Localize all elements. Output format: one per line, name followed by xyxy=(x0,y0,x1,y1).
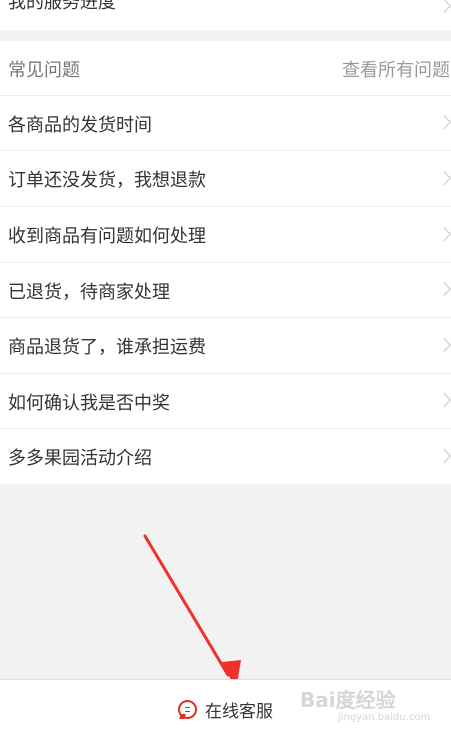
baidu-jingyan-watermark: Bai度经验 xyxy=(300,688,396,712)
watermark-url: jingyan.baidu.com xyxy=(338,712,431,723)
chat-list-icon xyxy=(178,699,197,719)
red-arrow-annotation xyxy=(143,534,241,690)
online-service-label: 在线客服 xyxy=(205,701,273,722)
online-service-button[interactable]: 在线客服 xyxy=(178,697,273,722)
